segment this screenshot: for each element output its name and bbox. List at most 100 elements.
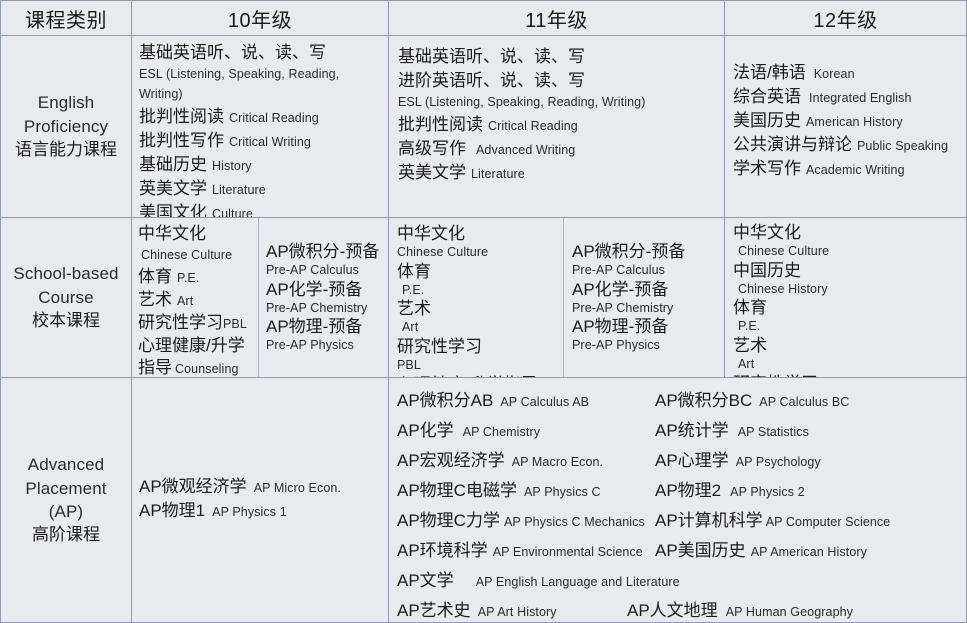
course-en: AP Art History: [477, 605, 557, 619]
course-item: 中华文化 Chinese Culture: [138, 223, 252, 265]
course-en: Pre-AP Calculus: [572, 263, 665, 278]
row-label-zh: 高阶课程: [32, 525, 100, 545]
course-zh: 批判性阅读: [139, 107, 224, 126]
ap-course-pair-row: AP艺术史 AP Art History AP人文地理 AP Human Geogr…: [397, 596, 960, 621]
course-en: Literature: [471, 167, 525, 181]
course-en: Integrated English: [809, 91, 912, 105]
course-zh: 英美文学: [139, 179, 207, 198]
course-en: AP American History: [750, 545, 867, 559]
course-zh: 心理健康/升学指导: [397, 375, 538, 378]
course-en: Pre-AP Calculus: [266, 263, 359, 278]
course-item: 基础英语听、说、读、写: [398, 46, 718, 68]
course-en: Counseling: [175, 362, 239, 376]
course-en: AP Human Geography: [725, 605, 854, 619]
course-item: 中华文化 Chinese Culture: [397, 223, 557, 261]
course-en: AP Macro Econ.: [511, 455, 604, 469]
course-item: 法语/韩语 Korean: [733, 62, 960, 84]
course-item: 美国文化 Culture: [139, 202, 382, 217]
course-item: AP微积分AB AP Calculus AB: [397, 386, 655, 411]
course-item: 艺术 Art: [733, 335, 960, 373]
course-item: AP化学-预备 Pre-AP Chemistry: [572, 279, 718, 317]
course-item: 进阶英语听、说、读、写 ESL (Listening, Speaking, Re…: [398, 70, 718, 112]
row-label-zh: 语言能力课程: [15, 140, 117, 160]
course-en: Critical Reading: [229, 111, 319, 125]
course-item: 体育 P.E.: [397, 261, 557, 299]
course-en: Pre-AP Physics: [266, 338, 355, 353]
course-en: Art: [177, 294, 194, 308]
row-label-school-based-course: School-based Course 校本课程: [1, 218, 131, 377]
course-en: Academic Writing: [806, 163, 905, 177]
course-zh: 基础英语听、说、读、写: [398, 47, 585, 66]
course-zh: AP统计学: [655, 421, 729, 440]
row-label-line-1: Advanced: [27, 455, 105, 475]
course-zh: 批判性写作: [139, 131, 224, 150]
ap-course-pair-row: AP物理C力学 AP Physics C Mechanics AP计算机科学 AP …: [397, 506, 960, 531]
course-zh: 进阶英语听、说、读、写: [398, 71, 585, 90]
row-label-line-2: Course: [38, 287, 94, 307]
course-en: Chinese Culture: [397, 245, 489, 259]
course-zh: 美国历史: [733, 111, 801, 130]
course-item: AP美国历史 AP American History: [655, 536, 960, 561]
course-item: AP环境科学 AP Environmental Science: [397, 536, 655, 561]
course-item: 高级写作 Advanced Writing: [398, 138, 718, 160]
ap-course-wide-row: AP文学 AP English Language and Literature: [397, 566, 960, 591]
course-zh: AP物理1: [139, 501, 206, 520]
course-en: P.E.: [402, 282, 425, 297]
course-item: 公共演讲与辩论 Public Speaking: [733, 134, 960, 156]
course-zh: AP微积分BC: [655, 391, 753, 410]
course-en: ESL (Listening, Speaking, Reading, Writi…: [398, 95, 646, 109]
course-en: Chinese History: [738, 281, 828, 296]
course-en: American History: [806, 115, 903, 129]
course-item: 美国历史 American History: [733, 110, 960, 132]
course-en: Pre-AP Chemistry: [572, 300, 674, 315]
course-item: 中国历史 Chinese History: [733, 260, 960, 298]
course-item: 批判性写作 Critical Writing: [139, 130, 382, 152]
course-zh: AP人文地理: [627, 601, 718, 620]
course-en: Korean: [813, 67, 855, 81]
course-item: 中华文化 Chinese Culture: [733, 222, 960, 260]
cell-school-grade10-preap: AP微积分-预备 Pre-AP Calculus AP化学-预备 Pre-AP …: [259, 218, 388, 377]
course-zh: 学术写作: [733, 159, 801, 178]
cell-school-grade11-preap: AP微积分-预备 Pre-AP Calculus AP化学-预备 Pre-AP …: [564, 218, 724, 377]
course-item: AP人文地理 AP Human Geography: [627, 596, 960, 621]
course-zh: 研究性学习: [138, 313, 223, 332]
course-zh: 体育: [733, 298, 767, 318]
course-zh: AP物理-预备: [266, 317, 363, 337]
course-item: 学术写作 Academic Writing: [733, 158, 960, 180]
course-item: AP微积分-预备 Pre-AP Calculus: [572, 241, 718, 279]
course-item: AP微积分BC AP Calculus BC: [655, 386, 960, 411]
course-zh: 中华文化: [733, 223, 801, 242]
course-zh: 综合英语: [733, 87, 801, 106]
header-grade-12: 12年级: [725, 1, 966, 35]
course-en: AP Environmental Science: [492, 545, 643, 559]
course-zh: AP微观经济学: [139, 477, 247, 496]
course-zh: AP文学: [397, 571, 454, 590]
course-en: Critical Writing: [229, 135, 311, 149]
course-en: AP Physics 1: [212, 505, 287, 519]
course-zh: 中华文化: [138, 224, 206, 243]
course-zh: 艺术: [397, 299, 431, 319]
course-item: AP物理C力学 AP Physics C Mechanics: [397, 506, 655, 531]
course-item: 体育 P.E.: [138, 266, 252, 288]
course-zh: 中华文化: [397, 224, 465, 243]
course-en: AP Statistics: [737, 425, 809, 439]
course-zh: 基础英语听、说、读、写: [139, 43, 326, 62]
course-zh: AP艺术史: [397, 601, 471, 620]
course-item: 基础英语听、说、读、写 ESL (Listening, Speaking, Re…: [139, 42, 382, 104]
course-item: 研究性学习PBL: [733, 373, 960, 378]
course-item: 心理健康/升学指导 Counseling: [397, 374, 557, 378]
course-en: Pre-AP Physics: [572, 338, 661, 353]
cell-english-grade10: 基础英语听、说、读、写 ESL (Listening, Speaking, Re…: [132, 36, 388, 217]
course-en: Chinese Culture: [738, 244, 830, 258]
course-zh: 高级写作: [398, 139, 466, 158]
cell-ap-grade11-grade12-merged: AP微积分AB AP Calculus AB AP微积分BC AP Calculus…: [389, 378, 966, 622]
course-en: History: [212, 159, 252, 173]
header-grade-12-text: 12年级: [813, 9, 878, 32]
course-zh: AP物理2: [655, 481, 722, 500]
course-item: AP物理2 AP Physics 2: [655, 476, 960, 501]
course-zh: AP环境科学: [397, 541, 488, 560]
row-label-line-3: (AP): [48, 502, 84, 521]
course-item: 研究性学习PBL: [397, 336, 557, 374]
course-zh: AP心理学: [655, 451, 729, 470]
course-zh: AP宏观经济学: [397, 451, 505, 470]
